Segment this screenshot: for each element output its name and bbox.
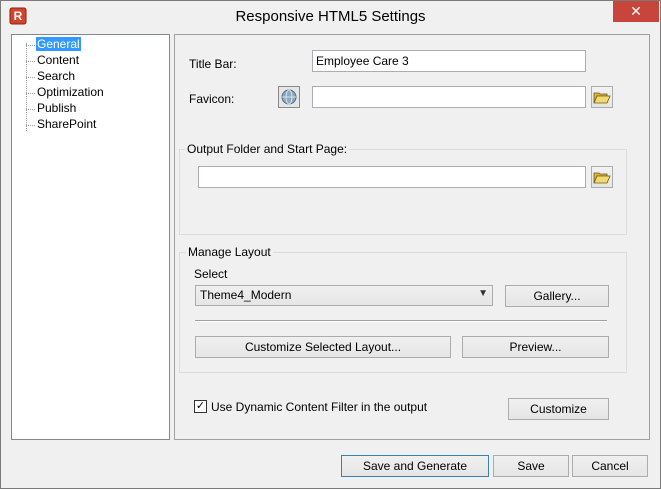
favicon-label: Favicon: bbox=[189, 92, 235, 106]
tree-item-label: SharePoint bbox=[37, 117, 97, 131]
globe-icon bbox=[281, 89, 297, 105]
close-icon: ✕ bbox=[630, 3, 642, 19]
output-folder-input[interactable] bbox=[198, 166, 586, 188]
tree-item-sharepoint[interactable]: SharePoint bbox=[26, 117, 97, 132]
open-folder-icon bbox=[593, 172, 611, 184]
window-title: Responsive HTML5 Settings bbox=[235, 8, 426, 25]
favicon-preview-button[interactable] bbox=[278, 86, 300, 108]
general-settings-panel: Title Bar: Employee Care 3 Favicon: Outp… bbox=[174, 34, 650, 440]
output-folder-group bbox=[179, 149, 627, 235]
layout-select[interactable]: Theme4_Modern ▼ bbox=[195, 285, 493, 306]
dynamic-filter-label: Use Dynamic Content Filter in the output bbox=[211, 400, 428, 414]
customize-button[interactable]: Customize bbox=[508, 398, 609, 420]
tree-item-label: Optimization bbox=[37, 85, 104, 99]
title-bar-input[interactable]: Employee Care 3 bbox=[312, 50, 586, 72]
open-folder-icon bbox=[593, 92, 611, 104]
tree-item-general[interactable]: General bbox=[26, 37, 81, 52]
output-folder-group-title: Output Folder and Start Page: bbox=[185, 142, 350, 156]
tree-item-label: Publish bbox=[37, 101, 77, 115]
manage-layout-group-title: Manage Layout bbox=[186, 245, 273, 259]
layout-separator bbox=[195, 320, 607, 322]
title-bar-label: Title Bar: bbox=[189, 57, 237, 71]
tree-item-publish[interactable]: Publish bbox=[26, 101, 77, 116]
layout-select-value: Theme4_Modern bbox=[200, 288, 292, 302]
select-label: Select bbox=[194, 267, 228, 281]
check-icon: ✓ bbox=[195, 400, 206, 412]
tree-item-label: Content bbox=[37, 53, 80, 67]
tree-item-optimization[interactable]: Optimization bbox=[26, 85, 105, 100]
dynamic-filter-checkbox[interactable]: ✓ bbox=[194, 400, 207, 413]
cancel-button[interactable]: Cancel bbox=[572, 455, 648, 477]
customize-selected-layout-button[interactable]: Customize Selected Layout... bbox=[195, 336, 451, 358]
tree-item-search[interactable]: Search bbox=[26, 69, 76, 84]
tree-item-content[interactable]: Content bbox=[26, 53, 80, 68]
save-button[interactable]: Save bbox=[493, 455, 569, 477]
tree-item-label: General bbox=[36, 37, 81, 51]
preview-button[interactable]: Preview... bbox=[462, 336, 609, 358]
tree-item-label: Search bbox=[37, 69, 76, 83]
output-folder-browse-button[interactable] bbox=[591, 166, 613, 188]
gallery-button[interactable]: Gallery... bbox=[505, 285, 609, 307]
settings-dialog: R Responsive HTML5 Settings ✕ General Co… bbox=[0, 0, 661, 489]
save-and-generate-button[interactable]: Save and Generate bbox=[341, 455, 489, 477]
close-button[interactable]: ✕ bbox=[613, 1, 659, 22]
title-bar: R Responsive HTML5 Settings ✕ bbox=[1, 1, 660, 31]
favicon-input[interactable] bbox=[312, 86, 586, 108]
settings-tree: General Content Search Optimization Publ… bbox=[11, 34, 170, 440]
favicon-browse-button[interactable] bbox=[591, 86, 613, 108]
chevron-down-icon: ▼ bbox=[478, 288, 488, 299]
